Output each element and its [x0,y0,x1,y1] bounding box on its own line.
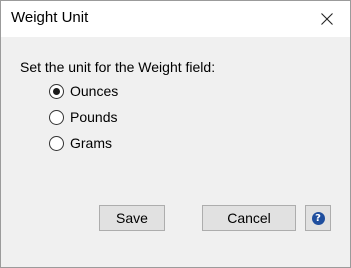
radio-button-selected[interactable] [49,83,64,99]
radio-label-grams: Grams [70,135,112,151]
close-button[interactable] [304,1,350,37]
help-icon: ? [311,211,325,225]
radio-button[interactable] [49,135,64,151]
radio-label-pounds: Pounds [70,109,118,125]
weight-unit-dialog: Weight Unit Set the unit for the Weight … [0,0,351,268]
radio-ounces[interactable]: Ounces [49,83,118,99]
radio-grams[interactable]: Grams [49,135,112,151]
help-button[interactable]: ? [305,205,331,231]
radio-button[interactable] [49,109,64,125]
radio-pounds[interactable]: Pounds [49,109,117,125]
dialog-title: Weight Unit [11,9,89,26]
close-icon [321,13,333,25]
cancel-button[interactable]: Cancel [202,205,296,231]
save-button[interactable]: Save [99,205,165,231]
prompt-label: Set the unit for the Weight field: [20,59,216,75]
title-bar: Weight Unit [1,1,350,37]
radio-label-ounces: Ounces [70,83,119,99]
